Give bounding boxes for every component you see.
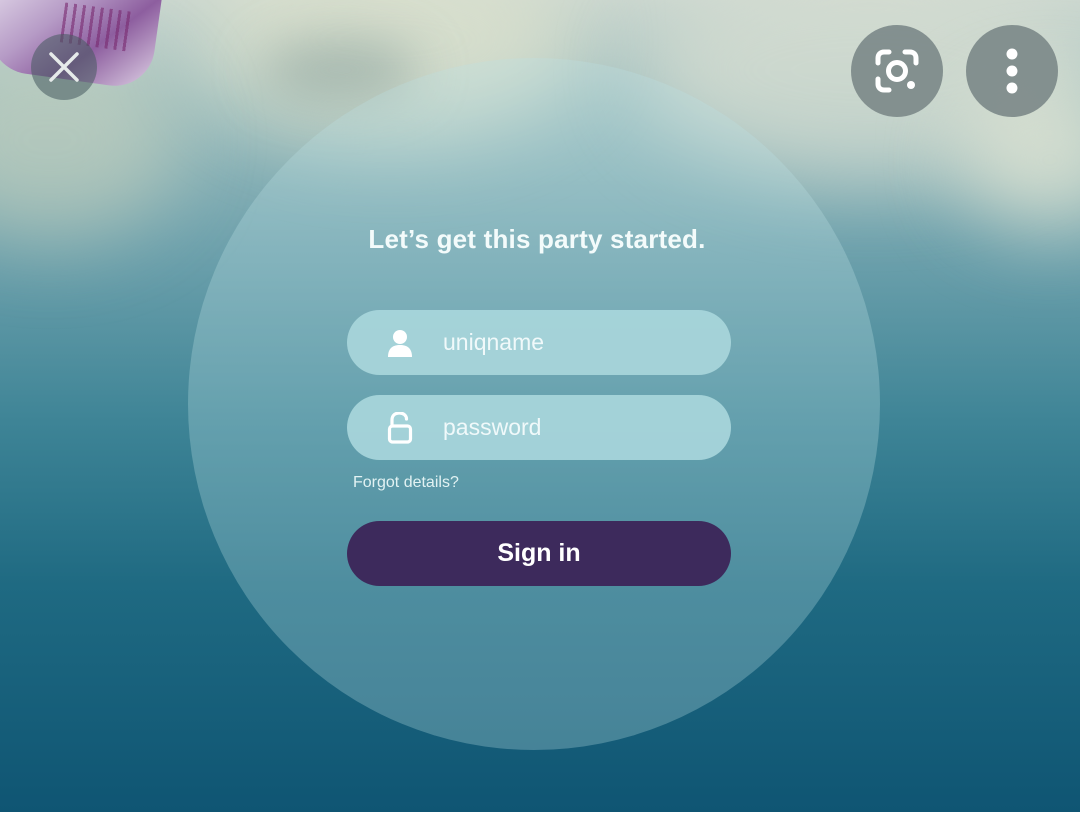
close-button[interactable] — [31, 34, 97, 100]
username-field[interactable] — [347, 310, 731, 375]
more-options-button[interactable] — [966, 25, 1058, 117]
password-input[interactable] — [441, 413, 705, 442]
user-icon — [387, 328, 413, 358]
background-scene: Let’s get this party started. Forgot det… — [0, 0, 1080, 812]
more-vertical-icon — [1006, 48, 1018, 94]
sign-in-button[interactable]: Sign in — [347, 521, 731, 586]
password-field[interactable] — [347, 395, 731, 460]
forgot-details-link[interactable]: Forgot details? — [353, 474, 459, 492]
lens-search-icon — [875, 49, 919, 93]
username-input[interactable] — [441, 328, 705, 357]
close-icon — [49, 52, 79, 82]
login-headline: Let’s get this party started. — [368, 224, 706, 254]
unlock-icon — [387, 411, 413, 444]
lens-search-button[interactable] — [851, 25, 943, 117]
